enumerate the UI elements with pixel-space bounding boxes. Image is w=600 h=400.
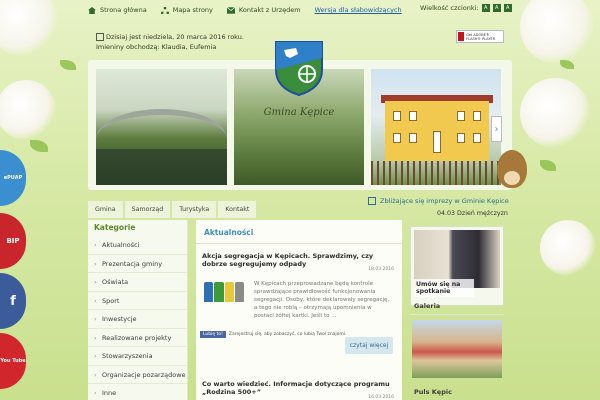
contact-link[interactable]: Kontakt z Urzędem [226, 6, 301, 14]
news-section: Aktualności Akcja segregacja w Kępicach.… [196, 220, 402, 400]
font-size-small-button[interactable]: A [481, 4, 490, 12]
category-item-stowarzyszenia[interactable]: Stowarzyszenia [88, 347, 187, 366]
home-link[interactable]: Strona główna [88, 6, 147, 14]
category-item-prezentacja-gminy[interactable]: Prezentacja gminy [88, 255, 187, 273]
blossom-decoration [540, 220, 596, 276]
gallery-heading: Galeria [410, 298, 504, 315]
blossom-decoration [0, 80, 56, 140]
event-item[interactable]: 04.03 Dzień mężczyzn [437, 210, 508, 217]
envelope-icon [226, 6, 235, 14]
facebook-like-button[interactable]: Lubię to! [200, 331, 226, 338]
youtube-link[interactable]: You Tube [0, 333, 26, 389]
event-title: Dzień mężczyzn [457, 210, 508, 217]
sitemap-icon [160, 6, 169, 14]
appointment-caption: Umów się na spotkanie [414, 279, 474, 297]
home-icon [88, 6, 96, 14]
fence-shape [371, 161, 501, 185]
leaf-decoration [60, 60, 76, 70]
article-title[interactable]: Co warto wiedzieć. Informacje dotyczące … [202, 380, 394, 396]
font-size-switcher: Wielkość czcionki: A A A [420, 4, 512, 12]
building-shape [385, 101, 489, 161]
article-date: 16.03.2016 [368, 395, 394, 400]
wcag-link[interactable]: Wersja dla słabowidzących [315, 6, 402, 14]
article-excerpt: W Kępicach przeprowadzane będą kontrole … [254, 281, 390, 319]
leaf-decoration [30, 140, 48, 152]
event-date: 04.03 [437, 210, 456, 217]
tab-turystyka[interactable]: Turystyka [172, 201, 217, 218]
category-item-aktualnosci[interactable]: Aktualności [88, 236, 187, 255]
slide-caption: Gmina Kępice [263, 107, 335, 118]
slide-bridge [96, 69, 227, 185]
recycling-bins-image [204, 282, 244, 304]
news-article: Co warto wiedzieć. Informacje dotyczące … [202, 380, 394, 400]
gmina-logo-icon[interactable] [274, 40, 324, 96]
date-info: Dzisiaj jest niedziela, 20 marca 2016 ro… [96, 32, 244, 52]
events-heading-label: Zbliżające się imprezy w Gminie Kępice [380, 197, 509, 205]
tab-gmina[interactable]: Gmina [88, 201, 123, 218]
epuap-link[interactable]: ePUAP [0, 150, 26, 206]
calendar-icon [96, 33, 104, 41]
leaf-decoration [540, 160, 556, 171]
slider-next-button[interactable]: › [491, 116, 502, 142]
article-date: 18.03.2016 [368, 267, 394, 272]
right-column: Umów się na spotkanie Galeria Puls Kępic [410, 220, 504, 400]
category-item-oswiata[interactable]: Oświata [88, 273, 187, 292]
sitemap-link-label: Mapa strony [172, 6, 213, 14]
leaf-decoration [560, 60, 574, 69]
blossom-decoration [520, 78, 590, 148]
gallery-image[interactable] [412, 320, 502, 378]
puls-heading: Puls Kępic [414, 388, 452, 396]
facebook-link[interactable]: f [0, 273, 26, 329]
category-item-realizowane-projekty[interactable]: Realizowane projekty [88, 329, 187, 347]
category-item-sport[interactable]: Sport [88, 292, 187, 310]
news-heading: Aktualności [196, 220, 402, 244]
main-navigation: Gmina Samorząd Turystyka Kontakt [88, 201, 257, 218]
category-sidebar: Kategorie Aktualności Prezentacja gminy … [88, 220, 188, 400]
contact-link-label: Kontakt z Urzędem [238, 6, 301, 14]
blossom-decoration [0, 0, 58, 56]
upcoming-events-heading[interactable]: Zbliżające się imprezy w Gminie Kępice [368, 197, 509, 205]
flash-logo-icon [458, 32, 465, 41]
facebook-like-text: Zarejestruj się, aby zobaczyć, co lubią … [228, 332, 347, 337]
article-title[interactable]: Akcja segregacja w Kępicach. Sprawdzimy,… [202, 252, 394, 268]
category-item-organizacje-pozarzadowe[interactable]: Organizacje pozarządowe [88, 366, 187, 384]
bip-link[interactable]: BIP [0, 213, 26, 269]
date-line: Dzisiaj jest niedziela, 20 marca 2016 ro… [106, 33, 244, 41]
hedgehog-mascot [497, 150, 527, 188]
font-size-medium-button[interactable]: A [492, 4, 501, 12]
nameday-line: Imieniny obchodzą: Klaudia, Eufemia [96, 43, 217, 51]
blossom-decoration [520, 0, 594, 64]
appointment-box[interactable]: Umów się na spotkanie [410, 226, 504, 306]
slide-school [371, 69, 501, 185]
category-item-inne[interactable]: Inne [88, 384, 187, 400]
read-more-button[interactable]: czytaj więcej [345, 337, 393, 354]
font-size-label: Wielkość czcionki: [420, 4, 479, 12]
flash-badge-text: Get ADOBE® FLASH® PLAYER [466, 32, 496, 41]
font-size-large-button[interactable]: A [503, 4, 512, 12]
calendar-icon [368, 197, 376, 205]
category-heading: Kategorie [94, 223, 136, 232]
home-link-label: Strona główna [100, 6, 147, 14]
tab-kontakt[interactable]: Kontakt [218, 201, 257, 218]
sitemap-link[interactable]: Mapa strony [160, 6, 213, 14]
news-article: Akcja segregacja w Kępicach. Sprawdzimy,… [202, 252, 394, 372]
river-shape [96, 149, 227, 185]
tab-samorzad[interactable]: Samorząd [124, 201, 171, 218]
facebook-like-bar: Lubię to! Zarejestruj się, aby zobaczyć,… [200, 331, 347, 338]
bridge-shape [96, 109, 227, 139]
flash-player-badge[interactable]: Get ADOBE® FLASH® PLAYER [456, 30, 504, 43]
category-item-inwestycje[interactable]: Inwestycje [88, 310, 187, 329]
